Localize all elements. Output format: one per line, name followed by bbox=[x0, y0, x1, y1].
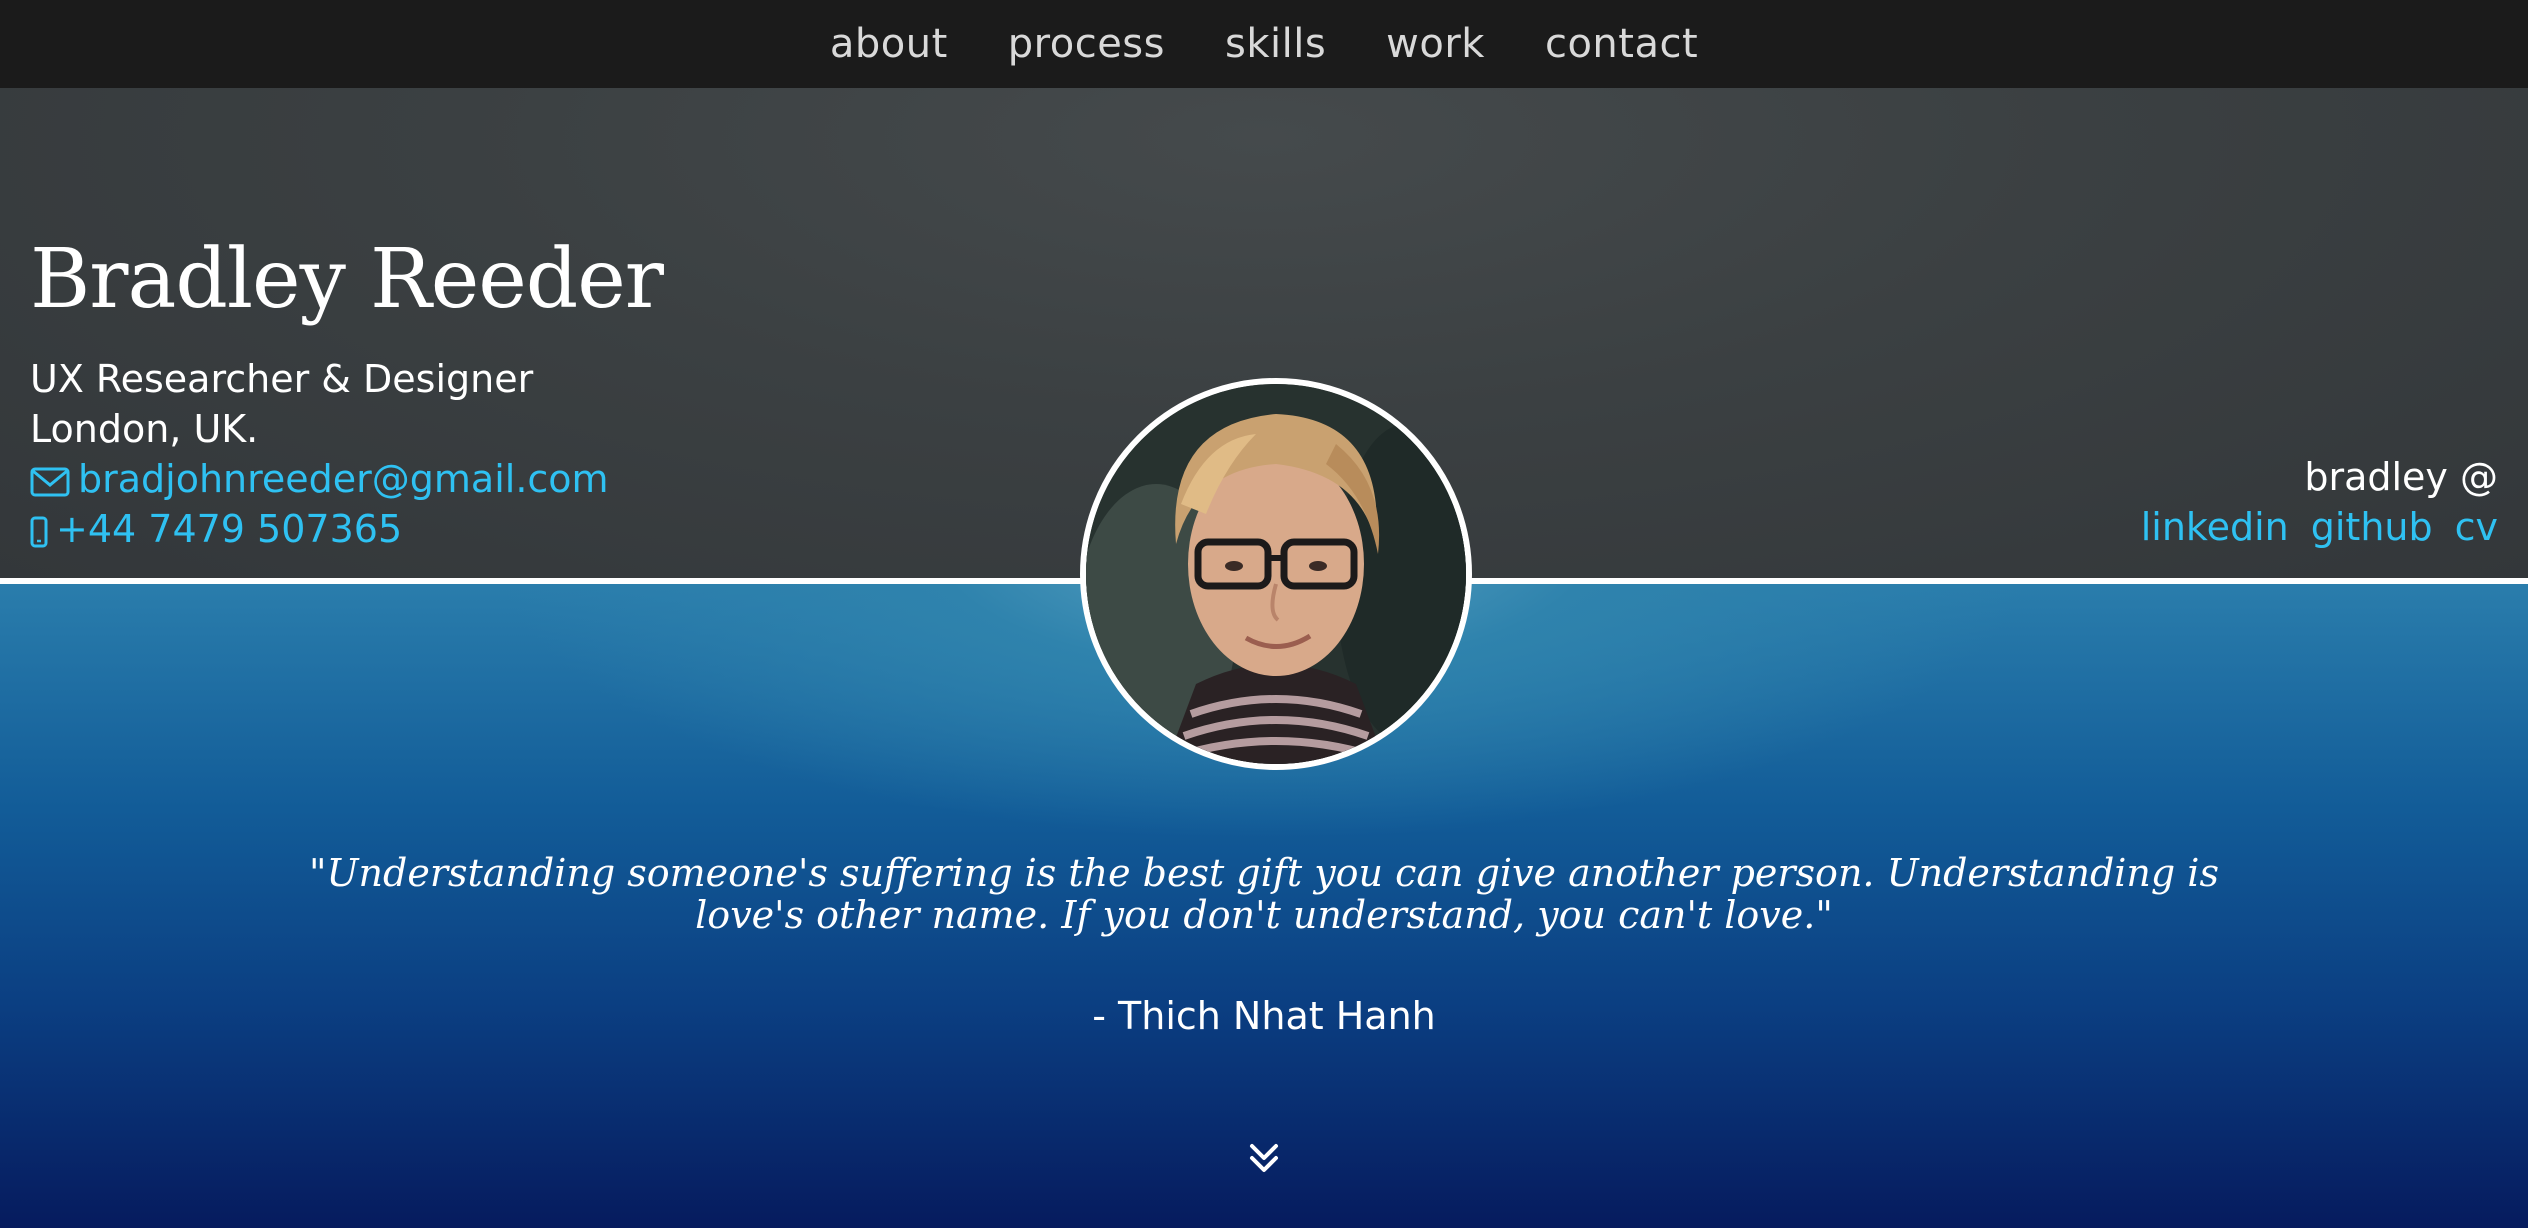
top-nav: about process skills work contact bbox=[0, 0, 2528, 88]
contact-info: UX Researcher & Designer London, UK. bra… bbox=[30, 354, 609, 554]
profile-location: London, UK. bbox=[30, 407, 259, 451]
nav-item-process[interactable]: process bbox=[1008, 21, 1165, 67]
nav-item-contact[interactable]: contact bbox=[1545, 21, 1698, 67]
phone-link[interactable]: +44 7479 507365 bbox=[30, 504, 609, 554]
github-link[interactable]: github bbox=[2311, 502, 2433, 552]
email-link[interactable]: bradjohnreeder@gmail.com bbox=[30, 454, 609, 504]
social-link-row: linkedin github cv bbox=[2141, 502, 2498, 552]
envelope-icon bbox=[30, 454, 70, 504]
page: about process skills work contact Bradle… bbox=[0, 0, 2528, 1228]
nav-item-skills[interactable]: skills bbox=[1225, 21, 1326, 67]
quote-author: - Thich Nhat Hanh bbox=[1092, 994, 1436, 1038]
double-chevron-down-icon[interactable] bbox=[1246, 1140, 1282, 1176]
avatar bbox=[1080, 378, 1472, 770]
cv-link[interactable]: cv bbox=[2455, 502, 2498, 552]
social-heading: bradley @ bbox=[2304, 455, 2498, 499]
profile-title: UX Researcher & Designer bbox=[30, 357, 534, 401]
linkedin-link[interactable]: linkedin bbox=[2141, 502, 2289, 552]
nav-item-about[interactable]: about bbox=[830, 21, 948, 67]
nav-item-work[interactable]: work bbox=[1386, 21, 1485, 67]
quote-text: "Understanding someone's suffering is th… bbox=[309, 851, 2219, 937]
email-text: bradjohnreeder@gmail.com bbox=[78, 457, 609, 501]
phone-text: +44 7479 507365 bbox=[56, 507, 403, 551]
social-links: bradley @ linkedin github cv bbox=[2141, 452, 2498, 552]
profile-name: Bradley Reeder bbox=[30, 232, 664, 327]
mobile-phone-icon bbox=[30, 504, 48, 554]
